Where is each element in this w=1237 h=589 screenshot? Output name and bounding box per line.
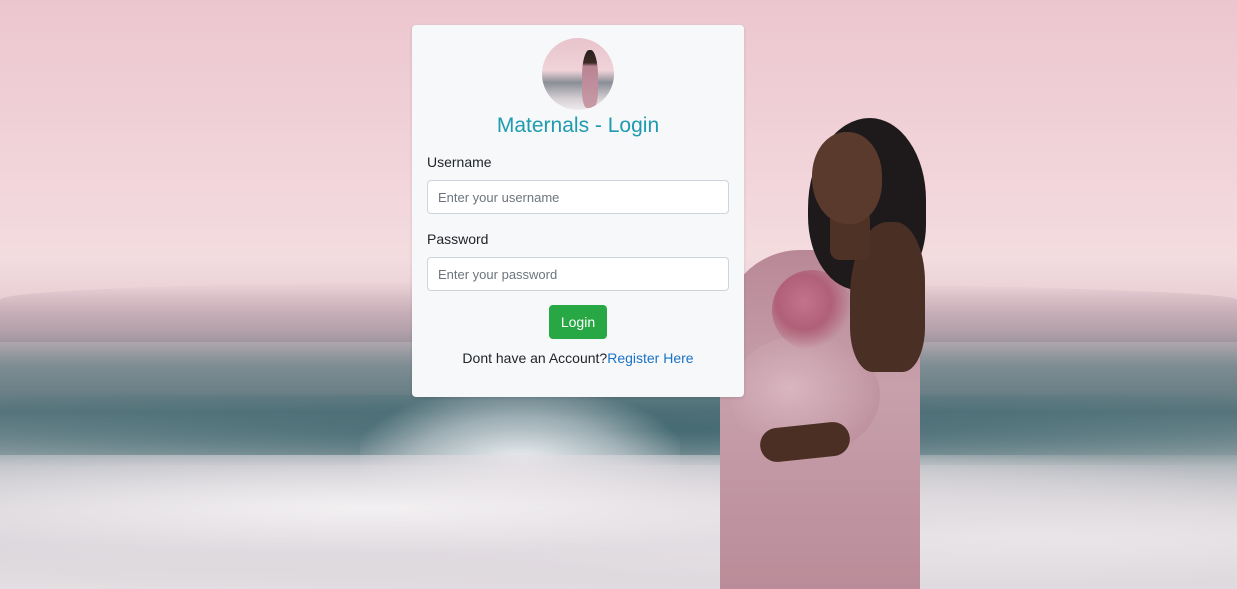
- register-prompt-text: Dont have an Account?: [462, 350, 608, 366]
- password-label: Password: [427, 231, 489, 247]
- avatar: [542, 38, 614, 110]
- login-button[interactable]: Login: [549, 305, 607, 339]
- login-title: Maternals - Login: [496, 114, 660, 137]
- head: [812, 132, 882, 224]
- avatar-figure: [582, 50, 598, 108]
- background-foam: [0, 455, 1237, 589]
- password-input[interactable]: [427, 257, 729, 291]
- register-prompt: Dont have an Account?Register Here: [412, 350, 744, 366]
- username-input[interactable]: [427, 180, 729, 214]
- login-card: Maternals - Login Username Password Logi…: [412, 25, 744, 397]
- register-link[interactable]: Register Here: [607, 350, 693, 366]
- username-label: Username: [427, 154, 492, 170]
